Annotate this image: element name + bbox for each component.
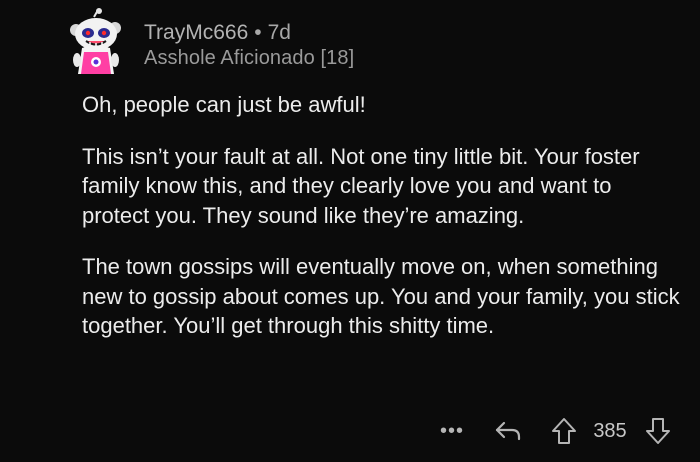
more-options-icon: ••• [439, 419, 464, 442]
author-line: TrayMc666 • 7d [144, 21, 354, 47]
author-username[interactable]: TrayMc666 [144, 21, 248, 45]
reply-button[interactable] [490, 414, 526, 448]
vote-score: 385 [593, 419, 627, 442]
comment: TrayMc666 • 7d Asshole Aficionado [18] O… [0, 0, 700, 462]
snoo-avatar-icon [70, 8, 121, 74]
user-flair: Asshole Aficionado [18] [144, 47, 355, 69]
upvote-button[interactable] [548, 414, 580, 448]
upvote-arrow-icon [552, 418, 576, 444]
comment-paragraph: The town gossips will eventually move on… [82, 254, 680, 338]
comment-age: 7d [267, 21, 291, 44]
avatar[interactable] [68, 8, 126, 76]
meta-separator: • [254, 21, 262, 44]
downvote-button[interactable] [642, 414, 674, 448]
comment-meta: TrayMc666 • 7d Asshole Aficionado [18] [144, 21, 354, 70]
comment-actions: ••• 385 [430, 414, 680, 448]
comment-paragraph: This isn’t your fault at all. Not one ti… [82, 143, 640, 228]
comment-paragraph: Oh, people can just be awful! [82, 92, 366, 117]
reply-arrow-icon [495, 421, 521, 441]
comment-body: Oh, people can just be awful! This isn’t… [82, 90, 682, 363]
downvote-arrow-icon [646, 418, 670, 444]
more-options-button[interactable]: ••• [434, 414, 470, 448]
